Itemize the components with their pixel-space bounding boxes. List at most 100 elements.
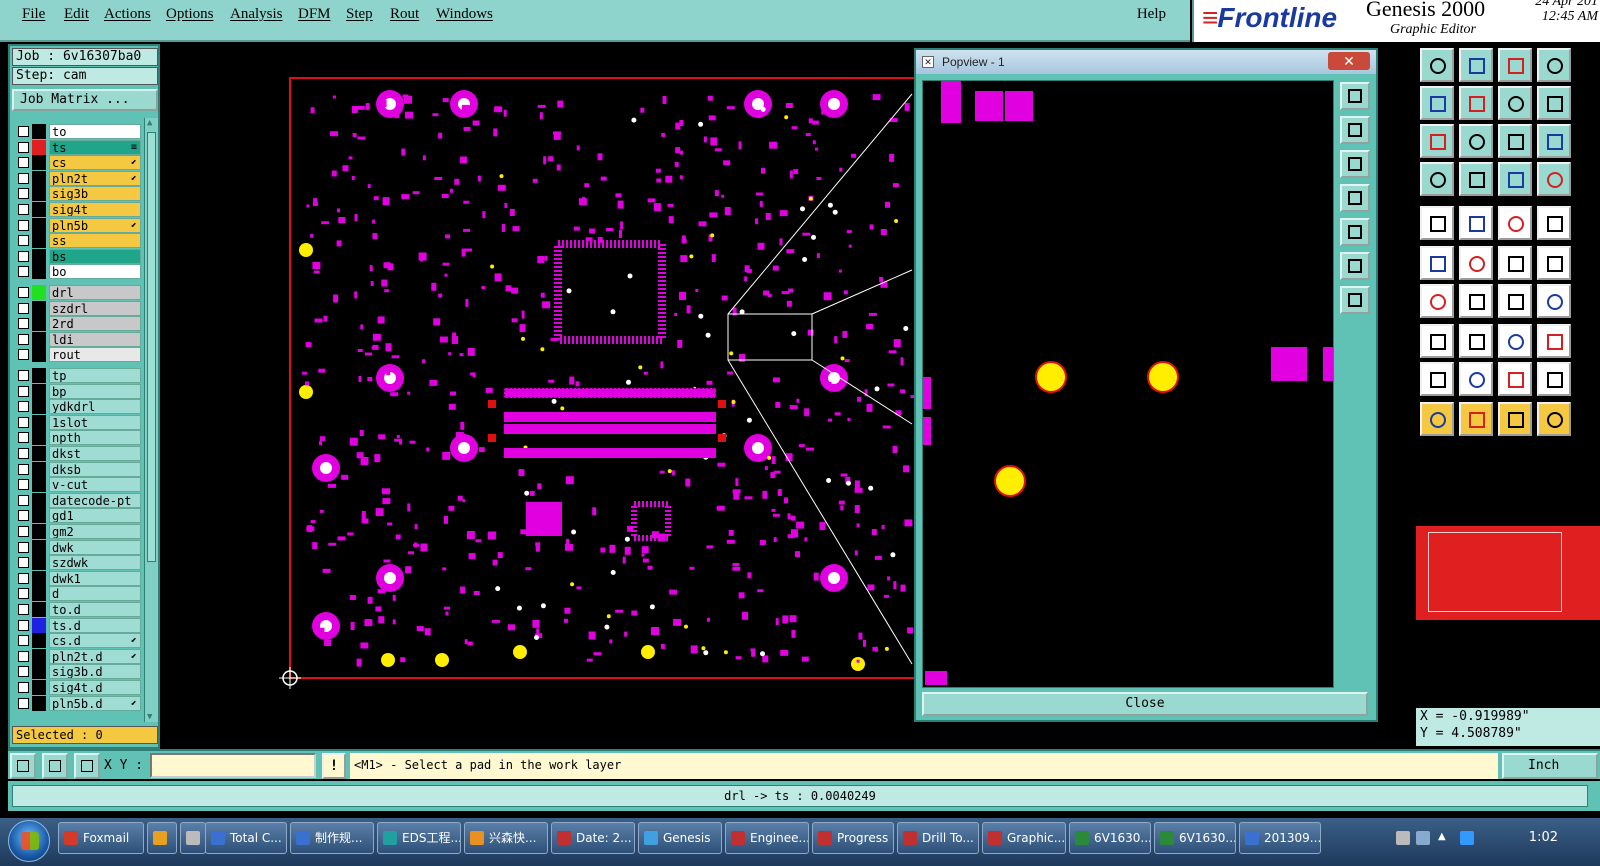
layer-affected-checkbox[interactable]	[18, 401, 29, 413]
taskbar-button[interactable]: 6V1630...	[1069, 822, 1151, 854]
taskbar-button[interactable]: EDS工程...	[377, 822, 461, 854]
pv-zoom-in-button[interactable]	[1340, 116, 1370, 144]
layer-display-swatch[interactable]	[32, 680, 46, 695]
save-button[interactable]	[1459, 48, 1493, 82]
layer-row[interactable]: gm2	[12, 524, 142, 539]
popview-close-button[interactable]: Close	[922, 692, 1368, 716]
layer-name[interactable]: pln5b ⬋	[49, 217, 141, 233]
tray-icon[interactable]	[1416, 831, 1430, 845]
xy-input[interactable]	[150, 753, 316, 778]
layer-row[interactable]: v-cut	[12, 477, 142, 493]
align-button[interactable]	[1459, 324, 1493, 358]
layer-name[interactable]: pln2t.d ⬋	[49, 648, 141, 664]
layer-display-swatch[interactable]	[32, 331, 46, 347]
delete-button[interactable]	[1459, 246, 1493, 280]
popview-canvas[interactable]	[922, 80, 1334, 688]
taskbar-button[interactable]: 兴森快...	[464, 822, 548, 854]
layer-name[interactable]: v-cut	[49, 477, 141, 493]
layer-affected-checkbox[interactable]	[18, 416, 29, 428]
layer-affected-checkbox[interactable]	[18, 141, 29, 153]
layer-display-swatch[interactable]	[32, 414, 46, 430]
layer-name[interactable]: drl	[49, 285, 141, 300]
layer-affected-checkbox[interactable]	[18, 510, 29, 522]
layer-affected-checkbox[interactable]	[18, 219, 29, 231]
layer-name[interactable]: dkst	[49, 446, 141, 461]
layer-row[interactable]: bs	[12, 248, 142, 264]
layer-display-swatch[interactable]	[32, 202, 46, 217]
layer-name[interactable]: bs	[49, 248, 141, 264]
layer-name[interactable]: d	[49, 586, 141, 602]
netlist-button[interactable]	[1498, 162, 1532, 196]
layer-row[interactable]: to	[12, 124, 142, 139]
zoom-fit-button[interactable]	[1420, 124, 1454, 158]
layer-name[interactable]: ts.d	[49, 617, 141, 633]
layer-row[interactable]: bo	[12, 264, 142, 280]
undo-button[interactable]	[1498, 86, 1532, 120]
layer-row[interactable]: dksb	[12, 461, 142, 477]
job-matrix-button[interactable]: Job Matrix ...	[12, 89, 158, 111]
layer-affected-checkbox[interactable]	[18, 250, 29, 262]
layer-display-swatch[interactable]	[32, 170, 46, 186]
move-button[interactable]	[1498, 246, 1532, 280]
layer-row[interactable]: to.d	[12, 602, 142, 617]
layer-display-swatch[interactable]	[32, 430, 46, 446]
taskbar-button[interactable]: Drill To...	[897, 822, 979, 854]
layer-affected-checkbox[interactable]	[18, 604, 29, 615]
layer-name[interactable]: sig3b	[49, 186, 141, 202]
layer-display-swatch[interactable]	[32, 186, 46, 202]
layer-display-swatch[interactable]	[32, 155, 46, 171]
layer-affected-checkbox[interactable]	[18, 385, 29, 397]
layer-name[interactable]: ldi	[49, 331, 141, 347]
taskbar-button[interactable]: Foxmail	[58, 822, 144, 854]
layer-row[interactable]: szdrl	[12, 300, 142, 316]
layer-row[interactable]: cs.d ⬋	[12, 633, 142, 649]
layer-affected-checkbox[interactable]	[18, 157, 29, 169]
layer-display-swatch[interactable]	[32, 602, 46, 617]
layer-name[interactable]: rout	[49, 347, 141, 363]
layer-affected-checkbox[interactable]	[18, 370, 29, 381]
layer-name[interactable]: tp	[49, 368, 141, 383]
layer-row[interactable]: cs ⬋	[12, 155, 142, 171]
layer-display-swatch[interactable]	[32, 633, 46, 649]
layer-display-swatch[interactable]	[32, 555, 46, 571]
scroll-thumb[interactable]	[147, 132, 156, 562]
keyboard-icon[interactable]	[1396, 831, 1410, 845]
layer-affected-checkbox[interactable]	[18, 432, 29, 444]
layer-name[interactable]: sig3b.d	[49, 664, 141, 680]
layer-row[interactable]: pln5b ⬋	[12, 217, 142, 233]
layer-affected-checkbox[interactable]	[18, 349, 29, 361]
layer-row[interactable]: 1slot	[12, 414, 142, 430]
layer-name[interactable]: pln2t ⬋	[49, 170, 141, 186]
layer-name[interactable]: cs ⬋	[49, 155, 141, 171]
line-button[interactable]	[1420, 284, 1454, 318]
curve-button[interactable]	[1498, 284, 1532, 318]
layer-row[interactable]: sig3b.d	[12, 664, 142, 680]
layer-row[interactable]: 2rd	[12, 316, 142, 332]
layer-scrollbar[interactable]: ▲ ▼	[144, 118, 158, 722]
arrow-up-button[interactable]	[1459, 362, 1493, 396]
layer-display-swatch[interactable]	[32, 477, 46, 493]
layer-affected-checkbox[interactable]	[18, 302, 29, 314]
layer-affected-checkbox[interactable]	[18, 463, 29, 475]
add-circle-button[interactable]	[1537, 206, 1571, 240]
layer-name[interactable]: to.d	[49, 602, 141, 617]
layer-row[interactable]: sig4t.d	[12, 680, 142, 695]
layer-row[interactable]: npth	[12, 430, 142, 446]
connect-button[interactable]	[1420, 246, 1454, 280]
group-button[interactable]	[1537, 324, 1571, 358]
redo-button[interactable]	[1537, 86, 1571, 120]
layer-display-swatch[interactable]	[32, 586, 46, 602]
layer-row[interactable]: datecode-pt	[12, 492, 142, 508]
menu-dfm[interactable]: DFM	[298, 6, 331, 23]
layer-display-swatch[interactable]	[32, 461, 46, 477]
layer-display-swatch[interactable]	[32, 248, 46, 264]
menu-rout[interactable]: Rout	[390, 6, 419, 23]
layer-affected-checkbox[interactable]	[18, 572, 29, 584]
taskbar-button[interactable]: Genesis	[638, 822, 722, 854]
layer-affected-checkbox[interactable]	[18, 619, 29, 631]
layer-display-swatch[interactable]	[32, 570, 46, 586]
layer-display-swatch[interactable]	[32, 300, 46, 316]
layer-row[interactable]: ydkdrl	[12, 399, 142, 415]
resize-button[interactable]	[1420, 324, 1454, 358]
menu-file[interactable]: File	[22, 6, 45, 23]
